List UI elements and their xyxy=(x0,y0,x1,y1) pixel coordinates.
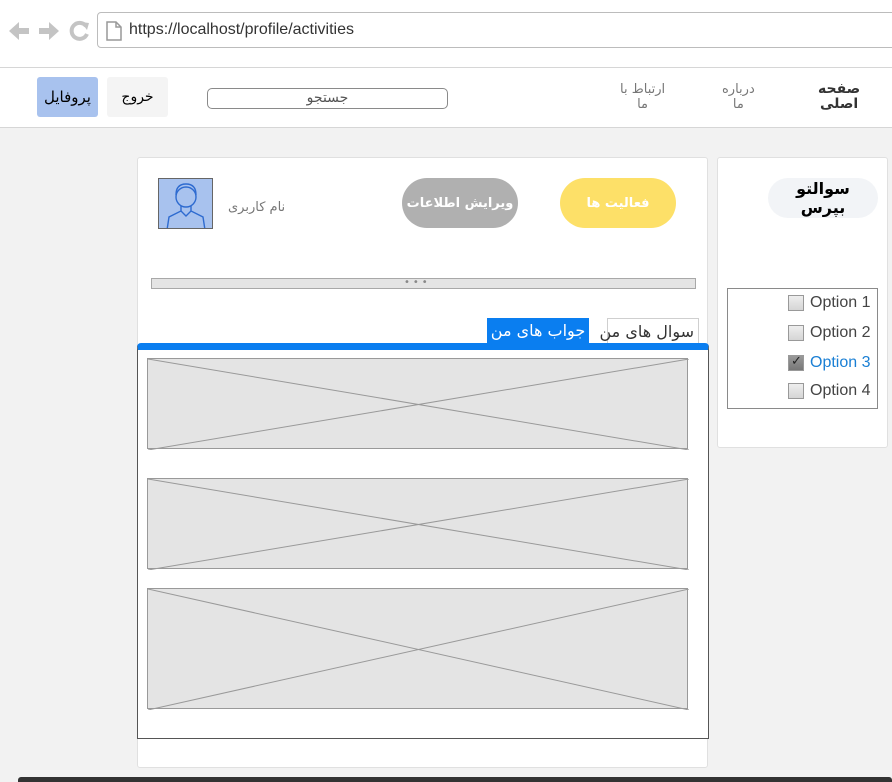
profile-panel: نام کاربری ویرایش اطلاعات فعالیت ها ••• … xyxy=(137,157,709,768)
option-label: Option 2 xyxy=(810,324,871,341)
top-navbar: پروفایل خروج جستجو ارتباط با ما درباره م… xyxy=(0,68,892,128)
option-label: Option 3 xyxy=(810,354,871,371)
nav-link-contact-line1: ارتباط با xyxy=(620,82,666,97)
nav-link-about[interactable]: درباره ما xyxy=(722,82,755,112)
logout-button[interactable]: خروج xyxy=(107,77,168,117)
splitter-handle[interactable]: ••• xyxy=(151,277,696,289)
option-label: Option 1 xyxy=(810,294,871,311)
site-logo[interactable]: سوالتو بپرس xyxy=(768,178,878,218)
option-3[interactable]: Option 3 xyxy=(788,352,870,374)
address-bar[interactable]: https://localhost/profile/activities xyxy=(97,12,892,48)
nav-link-home-line2: اصلی xyxy=(819,96,859,112)
logo-line1: سوالتو xyxy=(796,179,850,198)
option-label: Option 4 xyxy=(810,382,871,399)
url-text: https://localhost/profile/activities xyxy=(129,21,354,38)
option-1[interactable]: Option 1 xyxy=(788,292,870,314)
option-4[interactable]: Option 4 xyxy=(788,380,870,402)
tab-my-questions[interactable]: سوال های من xyxy=(600,318,699,344)
logo-line2: بپرس xyxy=(800,198,846,217)
placeholder-cross xyxy=(148,359,689,450)
tab-content xyxy=(137,343,709,739)
checkbox-checked[interactable] xyxy=(788,354,804,371)
placeholder-cross xyxy=(148,589,689,710)
image-placeholder xyxy=(147,478,689,570)
nav-link-about-line2: ما xyxy=(732,97,744,112)
tab-my-answers[interactable]: جواب های من xyxy=(487,318,589,344)
nav-link-home[interactable]: صفحه اصلی xyxy=(818,82,860,112)
bottom-scrollbar[interactable] xyxy=(18,777,892,782)
profile-button[interactable]: پروفایل xyxy=(37,77,98,117)
checkbox[interactable] xyxy=(788,325,804,341)
option-2[interactable]: Option 2 xyxy=(788,322,870,344)
nav-link-about-line1: درباره xyxy=(722,82,755,97)
activities-button[interactable]: فعالیت ها xyxy=(560,178,676,228)
browser-chrome: https://localhost/profile/activities xyxy=(0,0,892,68)
checkbox[interactable] xyxy=(788,383,804,399)
image-placeholder xyxy=(147,588,689,710)
avatar[interactable] xyxy=(158,178,213,229)
username: نام کاربری xyxy=(228,200,286,215)
nav-link-home-line1: صفحه xyxy=(818,81,861,97)
forward-arrow-icon[interactable] xyxy=(38,20,60,42)
reload-icon[interactable] xyxy=(68,20,90,42)
user-avatar-icon xyxy=(166,183,206,228)
page-icon xyxy=(106,21,122,41)
placeholder-cross xyxy=(148,479,689,570)
nav-link-contact-line2: ما xyxy=(637,97,649,112)
back-arrow-icon[interactable] xyxy=(8,20,30,42)
checkbox[interactable] xyxy=(788,295,804,311)
nav-link-contact[interactable]: ارتباط با ما xyxy=(620,82,665,112)
edit-info-button[interactable]: ویرایش اطلاعات xyxy=(402,178,518,228)
image-placeholder xyxy=(147,358,689,450)
right-sidebar: سوالتو بپرس Option 1 Option 2 Option 3 O… xyxy=(717,157,888,448)
options-list: Option 1 Option 2 Option 3 Option 4 xyxy=(727,288,878,409)
search-input[interactable]: جستجو xyxy=(207,88,448,109)
grip-dots-icon: ••• xyxy=(404,277,431,288)
